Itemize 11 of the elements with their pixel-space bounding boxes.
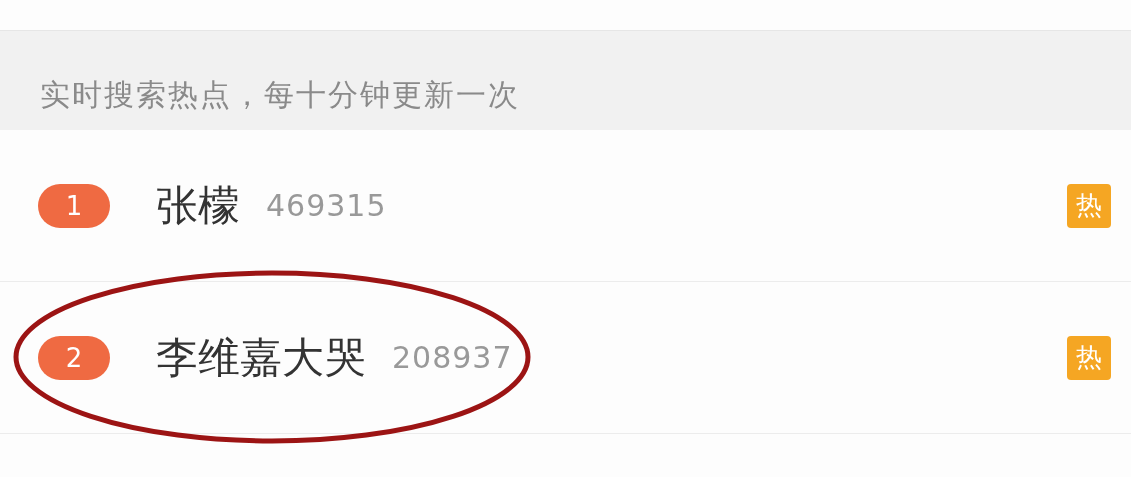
rank-badge: 2 bbox=[38, 335, 110, 380]
hot-tag: 热 bbox=[1067, 335, 1111, 380]
search-count: 469315 bbox=[266, 188, 387, 223]
hot-search-row[interactable]: 2 李维嘉大哭 208937 热 bbox=[0, 282, 1131, 434]
header-text: 实时搜索热点，每十分钟更新一次 bbox=[40, 76, 520, 114]
hot-search-row[interactable]: 1 张檬 469315 热 bbox=[0, 130, 1131, 282]
hot-tag: 热 bbox=[1067, 183, 1111, 228]
rank-badge: 1 bbox=[38, 183, 110, 228]
topic-title: 张檬 bbox=[156, 179, 240, 232]
search-count: 208937 bbox=[392, 340, 513, 375]
topic-title: 李维嘉大哭 bbox=[156, 331, 366, 384]
